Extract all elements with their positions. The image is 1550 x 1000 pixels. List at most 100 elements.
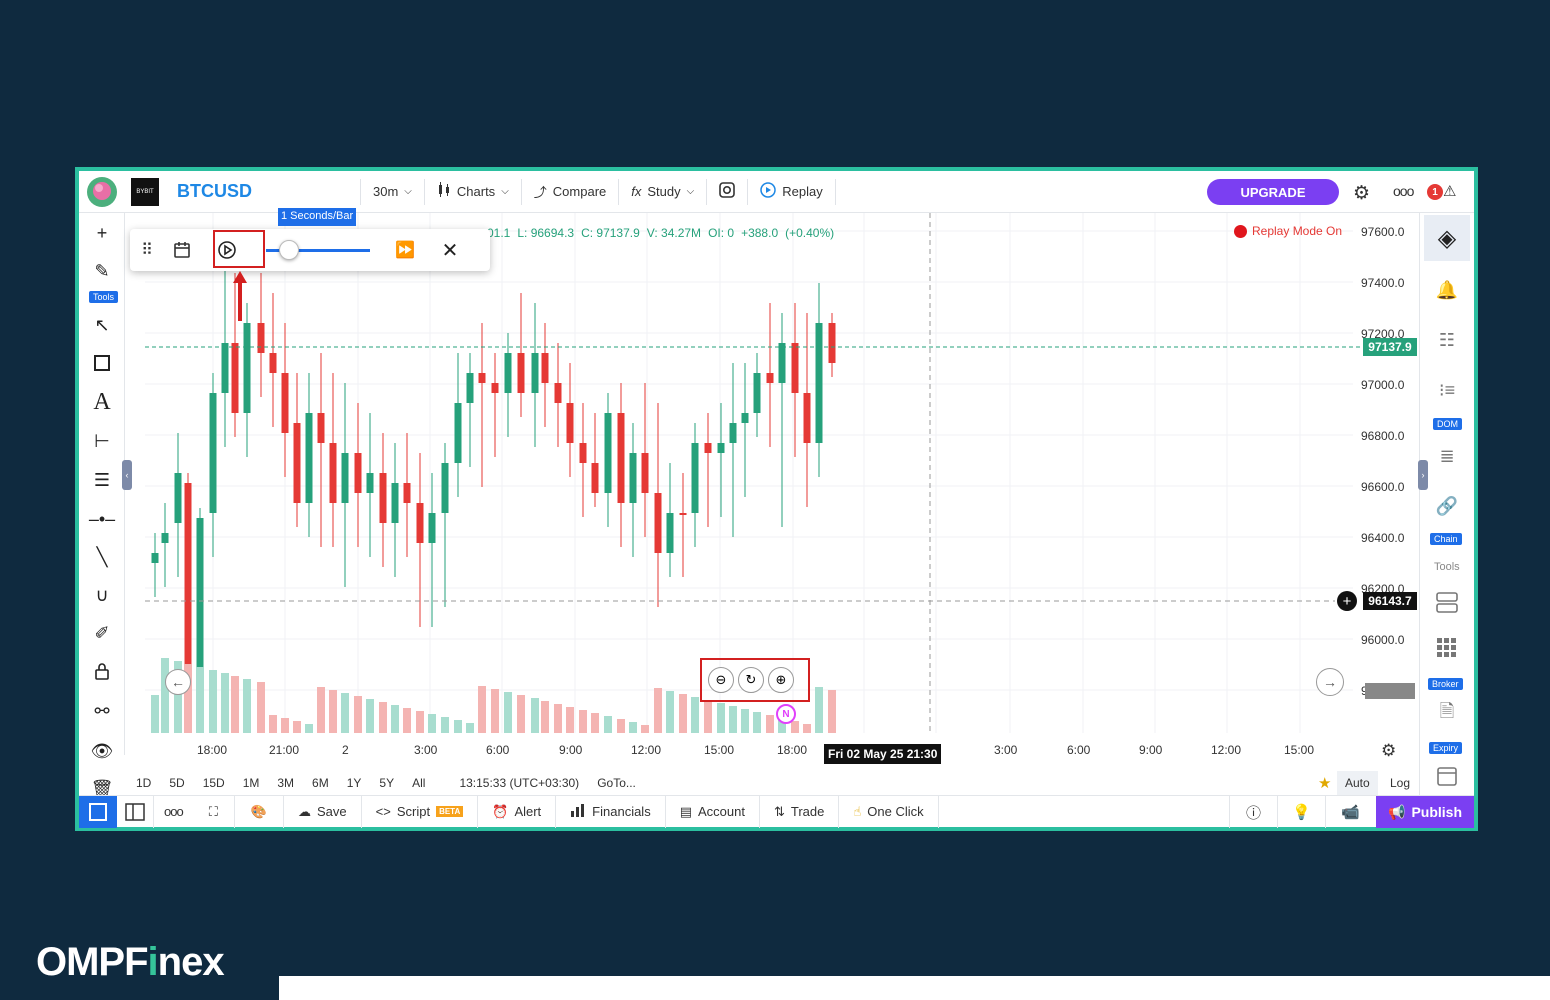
list-icon[interactable]: ≣ <box>1432 441 1462 471</box>
dom-tag: DOM <box>1433 418 1462 430</box>
scroll-right-button[interactable]: → <box>1316 668 1344 696</box>
range-button-1y[interactable]: 1Y <box>338 776 371 790</box>
star-icon[interactable]: ★ <box>1309 774 1340 792</box>
zoom-in-icon[interactable]: ⊕ <box>768 667 794 693</box>
replay-button[interactable]: Replay <box>748 171 834 213</box>
more-icon[interactable]: ooo <box>1393 183 1414 199</box>
split-layout-icon[interactable] <box>117 795 154 828</box>
time-axis[interactable]: 18:0021:0023:006:009:0012:0015:0018:0033… <box>125 741 1355 761</box>
add-alert-plus-icon[interactable]: + <box>1337 591 1357 611</box>
candle-body <box>478 373 486 383</box>
speed-slider[interactable] <box>266 240 370 260</box>
zoom-out-icon[interactable]: ⊖ <box>708 667 734 693</box>
notification-badge[interactable]: 1 <box>1427 184 1443 200</box>
interval-dropdown[interactable]: 30m ⌵ <box>361 171 424 213</box>
dom-icon[interactable]: ⁝≡ <box>1432 375 1462 405</box>
grid-apps-icon[interactable] <box>1432 633 1462 663</box>
fullscreen-icon[interactable]: ⛶ <box>193 795 235 828</box>
ledger-icon: ▤ <box>679 803 692 819</box>
volume-bar <box>403 708 411 733</box>
symbol-name[interactable]: BTCUSD <box>159 181 270 202</box>
pencil-icon[interactable]: ✎ <box>87 257 117 285</box>
single-layout-icon[interactable] <box>79 795 117 828</box>
video-icon[interactable]: 📹 <box>1325 796 1375 828</box>
study-dropdown[interactable]: fx Study ⌵ <box>619 171 706 213</box>
range-button-all[interactable]: All <box>403 776 434 790</box>
speed-slider-thumb[interactable] <box>279 240 300 260</box>
link-icon[interactable]: ⚯ <box>87 697 117 725</box>
financials-button[interactable]: Financials <box>556 795 666 828</box>
lock-icon[interactable] <box>87 657 117 685</box>
range-button-1m[interactable]: 1M <box>234 776 269 790</box>
volume-bar <box>379 702 387 733</box>
log-scale-button[interactable]: Log <box>1381 776 1419 790</box>
document-search-icon[interactable]: 🗎 <box>1432 699 1462 729</box>
snapshot-button[interactable] <box>707 171 747 213</box>
range-button-3m[interactable]: 3M <box>268 776 303 790</box>
lightbulb-icon[interactable]: 💡 <box>1277 796 1325 828</box>
help-icon[interactable]: ⓘ <box>1229 796 1277 828</box>
trend-line-icon[interactable]: ╲ <box>87 543 117 571</box>
range-button-15d[interactable]: 15D <box>194 776 234 790</box>
axis-settings-gear-icon[interactable]: ⚙ <box>1381 741 1396 761</box>
calendar-icon[interactable] <box>162 241 202 259</box>
fast-forward-icon[interactable]: ⏩ <box>380 240 430 260</box>
range-button-6m[interactable]: 6M <box>303 776 338 790</box>
reset-zoom-icon[interactable]: ↻ <box>738 667 764 693</box>
volume-bar <box>478 686 486 733</box>
publish-button[interactable]: 📢 Publish <box>1376 796 1474 828</box>
up-down-arrows-icon: ⇅ <box>773 803 785 819</box>
rectangle-icon[interactable] <box>87 349 117 377</box>
compare-button[interactable]: ⤴ Compare <box>522 171 618 213</box>
range-bar: 1D 5D 15D 1M 3M 6M 1Y 5Y All 13:15:33 (UTC+03:30… <box>79 771 1419 795</box>
news-marker[interactable]: N <box>776 704 796 724</box>
volume-bar <box>629 722 637 733</box>
watchlist-icon[interactable]: ☷ <box>1432 325 1462 355</box>
auto-scale-button[interactable]: Auto <box>1337 771 1378 795</box>
magnet-icon[interactable]: ∪ <box>87 581 117 609</box>
alert-button[interactable]: ⏰ Alert <box>478 795 557 828</box>
horizontal-ray-icon[interactable]: –•– <box>87 505 117 533</box>
close-icon[interactable]: ✕ <box>430 238 470 263</box>
save-button[interactable]: ☁ Save <box>284 795 362 828</box>
panels-icon[interactable] <box>1432 587 1462 617</box>
volume-bar <box>679 694 687 733</box>
ohlc-close: C: 97137.9 <box>581 226 640 240</box>
fib-lines-icon[interactable]: ☰ <box>87 466 117 494</box>
eye-icon[interactable]: 👁 <box>87 737 117 765</box>
fx-icon: fx <box>631 184 642 199</box>
trade-button[interactable]: ⇅ Trade <box>760 795 840 828</box>
one-click-button[interactable]: ☝ One Click <box>839 795 939 828</box>
layers-icon[interactable]: ◈ <box>1424 215 1470 261</box>
bell-icon[interactable]: 🔔 <box>1432 275 1462 305</box>
palette-icon[interactable]: 🎨 <box>235 795 284 828</box>
scroll-left-button[interactable]: ← <box>165 669 191 695</box>
ohlc-legend: 01.1 L: 96694.3 C: 97137.9 V: 34.27M OI:… <box>487 226 834 240</box>
calendar-icon[interactable] <box>1432 761 1462 791</box>
chain-link-icon[interactable]: 🔗 <box>1432 491 1462 521</box>
range-button-5y[interactable]: 5Y <box>370 776 403 790</box>
script-label: Script <box>396 804 431 819</box>
app-logo[interactable] <box>79 171 125 213</box>
price-axis[interactable]: 97600.0 97400.0 97200.0 97000.0 96800.0 96600… <box>1355 213 1419 761</box>
ohlc-low: L: 96694.3 <box>517 226 575 240</box>
script-button[interactable]: <> Script BETA <box>362 795 479 828</box>
cursor-arrow-icon[interactable]: ↖ <box>87 311 117 339</box>
account-button[interactable]: ▤ Account <box>666 795 760 828</box>
range-button-1d[interactable]: 1D <box>127 776 160 790</box>
drag-handle-icon[interactable]: ⠿ <box>132 240 162 260</box>
warning-icon[interactable]: ⚠ <box>1443 182 1456 200</box>
upgrade-button[interactable]: UPGRADE <box>1207 179 1339 205</box>
volume-bar <box>691 697 699 733</box>
more-options-icon[interactable]: ooo <box>154 796 193 828</box>
candle-body <box>753 373 761 413</box>
range-button-5d[interactable]: 5D <box>160 776 193 790</box>
goto-button[interactable]: GoTo... <box>588 776 645 790</box>
charts-dropdown[interactable]: Charts ⌵ <box>425 171 521 213</box>
settings-gear-icon[interactable]: ⚙ <box>1353 182 1370 205</box>
pencil-lock-icon[interactable]: ✐ <box>87 619 117 647</box>
measure-icon[interactable]: ⊢ <box>87 427 117 455</box>
text-tool-icon[interactable]: A <box>87 388 117 416</box>
collapse-right-handle[interactable]: › <box>1418 460 1428 490</box>
crosshair-icon[interactable]: + <box>87 219 117 247</box>
